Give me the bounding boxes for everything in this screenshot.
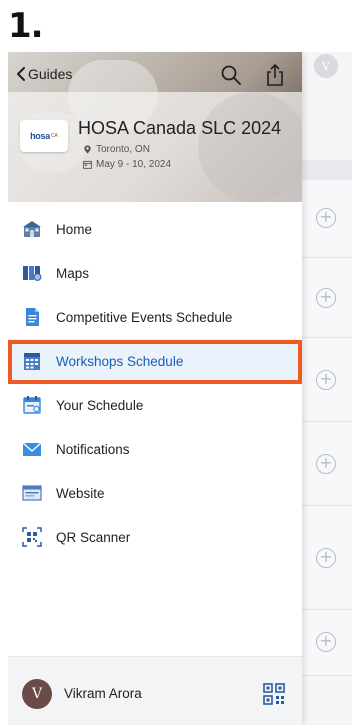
background-band (302, 160, 352, 180)
background-row[interactable]: + (302, 258, 352, 338)
maps-icon (23, 266, 42, 281)
calendar-small-icon (83, 160, 92, 169)
event-title: HOSA Canada SLC 2024 (78, 118, 282, 138)
search-icon[interactable] (220, 64, 242, 86)
avatar[interactable]: V (22, 679, 52, 709)
step-label: 1. (8, 6, 44, 46)
nav-item-workshops-schedule[interactable]: Workshops Schedule (8, 339, 302, 383)
event-logo: hosa CA (20, 120, 68, 152)
back-button[interactable]: Guides (16, 66, 72, 82)
qr-scan-icon (22, 527, 42, 547)
background-row[interactable]: + (302, 610, 352, 676)
user-footer: V Vikram Arora (8, 656, 302, 725)
background-row[interactable]: + (302, 506, 352, 610)
background-row[interactable]: + (302, 338, 352, 422)
add-icon[interactable]: + (316, 370, 336, 390)
background-row[interactable]: + (302, 422, 352, 506)
back-label: Guides (28, 66, 73, 82)
nav-item-home[interactable]: Home (8, 207, 302, 251)
side-drawer: Guides hosa CA HOSA Canada SLC 2024 Toron… (8, 52, 302, 725)
event-header: Guides hosa CA HOSA Canada SLC 2024 Toron… (8, 52, 302, 202)
event-location: Toronto, ON (83, 144, 150, 155)
location-pin-icon (84, 145, 91, 154)
background-avatar[interactable]: V (314, 54, 338, 78)
background-app: V + + + + + + (302, 52, 352, 725)
event-dates: May 9 - 10, 2024 (83, 159, 171, 170)
share-icon[interactable] (264, 63, 286, 87)
nav-item-competitive-events-schedule[interactable]: Competitive Events Schedule (8, 295, 302, 339)
calendar-icon (23, 396, 41, 414)
add-icon[interactable]: + (316, 288, 336, 308)
add-icon[interactable]: + (316, 548, 336, 568)
browser-icon (22, 485, 42, 501)
mail-icon (22, 442, 42, 456)
add-icon[interactable]: + (316, 454, 336, 474)
user-name[interactable]: Vikram Arora (64, 686, 142, 701)
qr-code-icon[interactable] (263, 683, 285, 705)
nav-item-qr-scanner[interactable]: QR Scanner (8, 515, 302, 559)
background-row[interactable]: + (302, 180, 352, 258)
phone-screen: V + + + + + + Guides hosa CA HOSA Canada … (8, 52, 352, 725)
document-icon (26, 308, 39, 326)
nav-item-notifications[interactable]: Notifications (8, 427, 302, 471)
add-icon[interactable]: + (316, 208, 336, 228)
nav-item-maps[interactable]: Maps (8, 251, 302, 295)
nav-item-website[interactable]: Website (8, 471, 302, 515)
nav-item-your-schedule[interactable]: Your Schedule (8, 383, 302, 427)
nav-menu: Home Maps Competitive Events Schedule Wo… (8, 207, 302, 559)
add-icon[interactable]: + (316, 632, 336, 652)
calendar-list-icon (24, 353, 40, 370)
home-icon (23, 221, 41, 237)
chevron-left-icon (17, 67, 25, 81)
